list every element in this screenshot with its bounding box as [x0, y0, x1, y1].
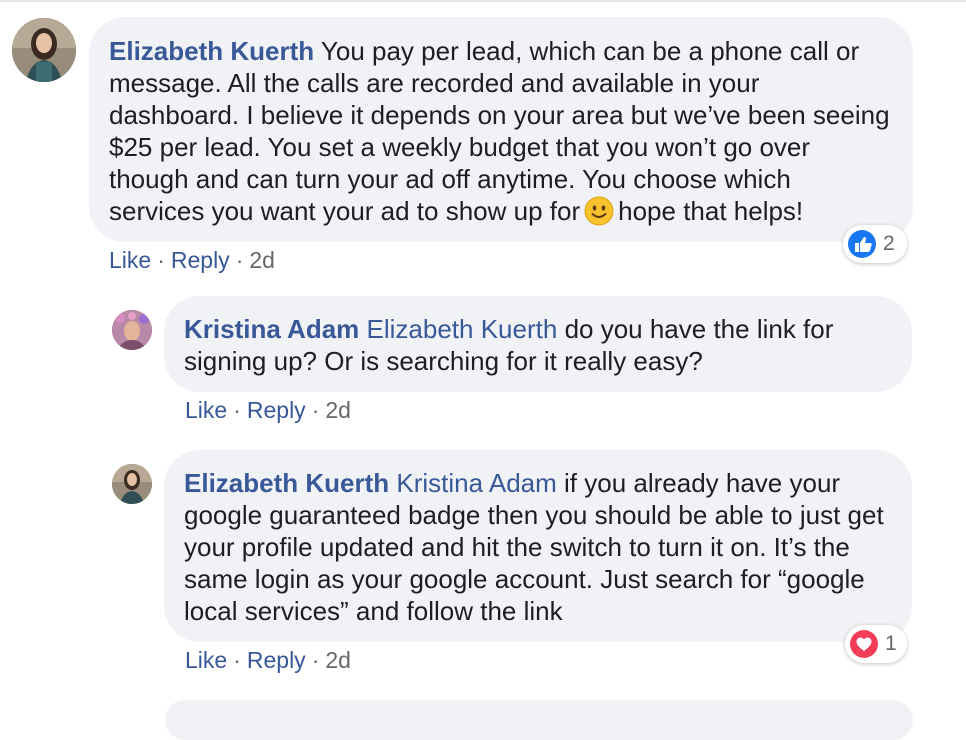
timestamp[interactable]: 2d [325, 397, 351, 423]
reaction-count-label: 1 [885, 632, 897, 655]
comment-text-end: hope that helps! [618, 196, 804, 226]
comment-bubble: Kristina Adam Elizabeth Kuerth do you ha… [164, 296, 912, 392]
like-link[interactable]: Like [185, 397, 227, 423]
next-comment-bubble [165, 700, 913, 740]
comment-actions: Like · Reply · 2d [185, 646, 351, 674]
avatar-photo-icon [112, 464, 152, 504]
comment-author[interactable]: Elizabeth Kuerth [109, 36, 314, 66]
separator: · [157, 247, 165, 273]
reply-link[interactable]: Reply [247, 647, 306, 673]
separator: · [233, 397, 241, 423]
top-divider [0, 0, 966, 2]
timestamp[interactable]: 2d [325, 647, 351, 673]
separator: · [233, 647, 241, 673]
slightly-smiling-face-icon [584, 196, 614, 226]
comment-actions: Like · Reply · 2d [109, 246, 275, 274]
avatar-photo-icon [12, 18, 76, 82]
reaction-count[interactable]: 1 [845, 625, 907, 663]
avatar[interactable] [12, 18, 76, 82]
comment-bubble: Elizabeth Kuerth Kristina Adam if you al… [164, 450, 912, 642]
separator: · [311, 397, 320, 423]
reply-link[interactable]: Reply [247, 397, 306, 423]
reaction-count[interactable]: 2 [843, 225, 907, 263]
avatar[interactable] [112, 464, 152, 504]
mention-link[interactable]: Elizabeth Kuerth [367, 314, 558, 344]
comment-author[interactable]: Kristina Adam [184, 314, 359, 344]
separator: · [311, 647, 320, 673]
love-reaction-icon [849, 629, 879, 659]
timestamp[interactable]: 2d [249, 247, 275, 273]
mention-link[interactable]: Kristina Adam [396, 468, 556, 498]
separator: · [235, 247, 244, 273]
comment-bubble: Elizabeth Kuerth You pay per lead, which… [89, 17, 913, 242]
avatar-photo-icon [112, 310, 152, 350]
like-reaction-icon [847, 229, 877, 259]
reply-link[interactable]: Reply [171, 247, 230, 273]
like-link[interactable]: Like [185, 647, 227, 673]
like-link[interactable]: Like [109, 247, 151, 273]
comment-author[interactable]: Elizabeth Kuerth [184, 468, 389, 498]
avatar[interactable] [112, 310, 152, 350]
comment-actions: Like · Reply · 2d [185, 396, 351, 424]
reaction-count-label: 2 [883, 232, 895, 255]
